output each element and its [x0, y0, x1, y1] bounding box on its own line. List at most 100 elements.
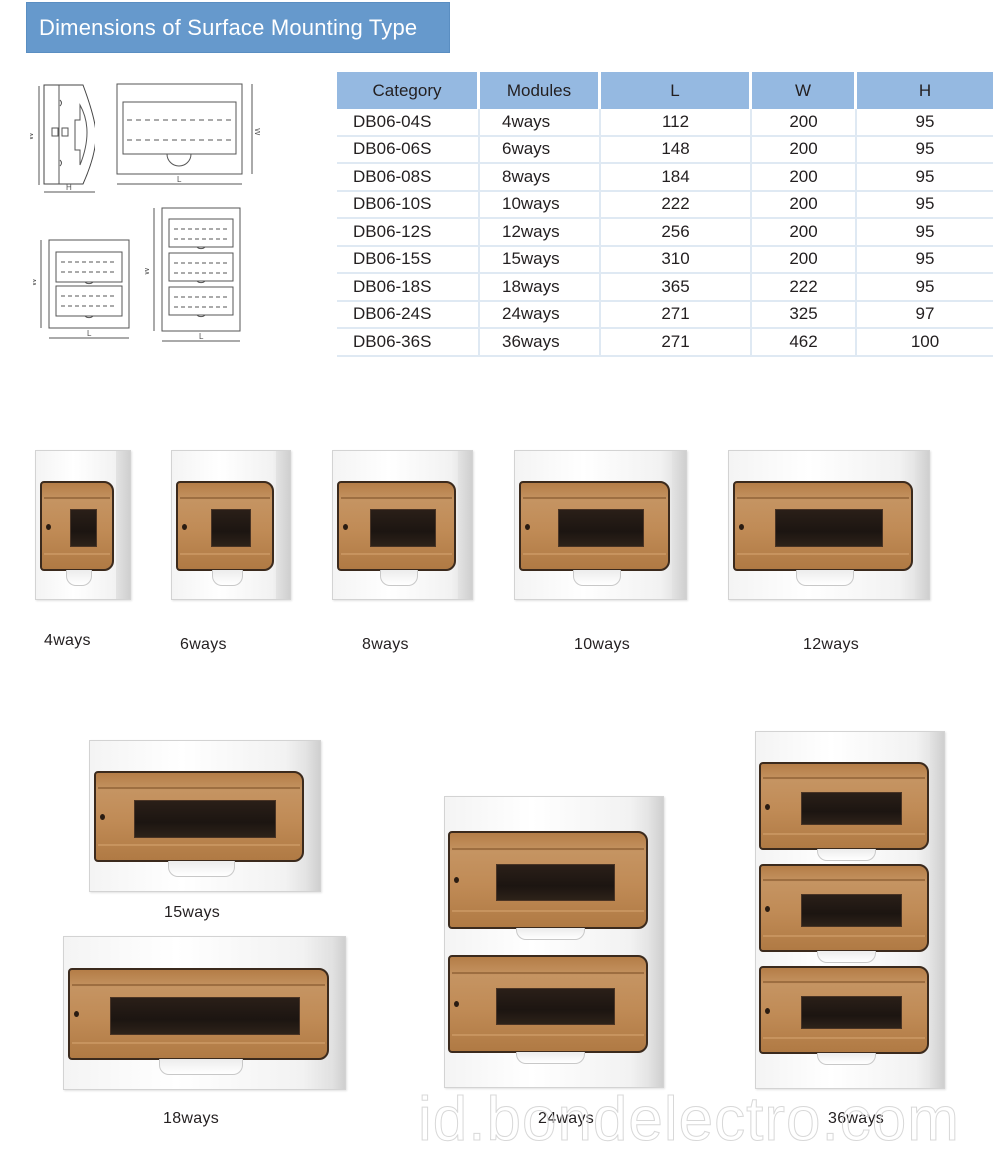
door-panel [337, 481, 456, 571]
table-row: DB06-08S 8ways 184 200 95 [337, 164, 993, 192]
breaker-window [801, 792, 902, 825]
door-latch-icon [525, 524, 530, 530]
enclosure-side [930, 732, 944, 1088]
cell-category: DB06-08S [337, 164, 480, 192]
cell-h: 95 [857, 192, 993, 219]
triple-l-label: L [199, 332, 204, 341]
breaker-window [801, 996, 902, 1029]
table-row: DB06-36S 36ways 271 462 100 [337, 329, 993, 357]
door-handle [212, 570, 243, 586]
table-body: DB06-04S 4ways 112 200 95 DB06-06S 6ways 148 200… [337, 109, 993, 357]
door-latch-icon [46, 524, 51, 530]
door-handle [168, 861, 235, 877]
breaker-window [134, 800, 276, 838]
cell-modules: 15ways [480, 246, 601, 274]
header-category: Category [337, 72, 480, 109]
door-panel [176, 481, 274, 571]
enclosure-image [728, 450, 930, 600]
cell-w: 222 [752, 274, 857, 302]
cell-category: DB06-15S [337, 246, 480, 274]
breaker-window [110, 997, 300, 1035]
door-latch-icon [765, 804, 770, 810]
door-latch-icon [74, 1011, 79, 1017]
door-handle [159, 1059, 243, 1075]
door-handle [817, 1053, 876, 1065]
enclosure-image [63, 936, 346, 1090]
cell-modules: 8ways [480, 164, 601, 192]
cell-category: DB06-06S [337, 136, 480, 164]
breaker-window [211, 509, 251, 547]
header-w: W [752, 72, 857, 109]
cell-category: DB06-36S [337, 329, 480, 357]
page-title: Dimensions of Surface Mounting Type [39, 15, 418, 40]
table-row: DB06-04S 4ways 112 200 95 [337, 109, 993, 137]
cell-category: DB06-18S [337, 274, 480, 302]
side-view-drawing: W H [30, 80, 95, 195]
door-latch-icon [100, 814, 105, 820]
cell-modules: 18ways [480, 274, 601, 302]
cell-l: 271 [601, 329, 752, 357]
breaker-window [775, 509, 883, 547]
breaker-window [558, 509, 644, 547]
cell-h: 97 [857, 302, 993, 329]
door-latch-icon [765, 1008, 770, 1014]
enclosure-side [672, 451, 686, 599]
triple-row-drawing: W L [145, 205, 245, 350]
table-row: DB06-24S 24ways 271 325 97 [337, 301, 993, 329]
cell-l: 365 [601, 274, 752, 302]
door-latch-icon [343, 524, 348, 530]
breaker-window [370, 509, 436, 547]
door-handle [516, 928, 585, 940]
cell-l: 310 [601, 246, 752, 274]
door-panel [448, 831, 648, 929]
product-caption: 15ways [164, 904, 221, 921]
door-handle [796, 570, 854, 586]
cell-modules: 6ways [480, 136, 601, 164]
cell-w: 200 [752, 164, 857, 192]
product-caption: 12ways [803, 636, 860, 653]
door-panel [68, 968, 329, 1060]
cell-l: 148 [601, 136, 752, 164]
header-h: H [857, 72, 993, 109]
cell-category: DB06-04S [337, 109, 480, 137]
front-l-label: L [177, 175, 182, 184]
cell-w: 200 [752, 219, 857, 247]
product-caption: 10ways [574, 636, 631, 653]
door-handle [66, 570, 92, 586]
product-caption: 18ways [163, 1110, 220, 1127]
cell-h: 95 [857, 137, 993, 164]
cell-category: DB06-24S [337, 301, 480, 329]
cell-l: 112 [601, 109, 752, 137]
double-row-drawing: W L [33, 238, 133, 348]
door-latch-icon [739, 524, 744, 530]
cell-l: 184 [601, 164, 752, 192]
side-h-label: H [66, 183, 72, 192]
table-header-row: Category Modules L W H [337, 72, 993, 109]
enclosure-image [444, 796, 664, 1088]
door-panel [759, 966, 929, 1054]
cell-h: 100 [857, 329, 993, 357]
cell-l: 256 [601, 219, 752, 247]
door-latch-icon [454, 877, 459, 883]
cell-h: 95 [857, 219, 993, 247]
table-row: DB06-06S 6ways 148 200 95 [337, 136, 993, 164]
product-caption: 8ways [362, 636, 409, 653]
enclosure-image [89, 740, 321, 892]
cell-w: 462 [752, 329, 857, 357]
door-latch-icon [765, 906, 770, 912]
door-panel [94, 771, 304, 862]
front-w-label: W [253, 128, 260, 136]
cell-h: 95 [857, 247, 993, 274]
door-panel [40, 481, 114, 571]
enclosure-side [276, 451, 290, 599]
door-handle [573, 570, 621, 586]
double-l-label: L [87, 329, 92, 338]
triple-w-label: W [145, 267, 151, 275]
cell-w: 200 [752, 109, 857, 137]
door-panel [519, 481, 670, 571]
door-latch-icon [454, 1001, 459, 1007]
door-panel [759, 864, 929, 952]
cell-modules: 12ways [480, 219, 601, 247]
product-caption: 6ways [180, 636, 227, 653]
cell-modules: 4ways [480, 109, 601, 137]
